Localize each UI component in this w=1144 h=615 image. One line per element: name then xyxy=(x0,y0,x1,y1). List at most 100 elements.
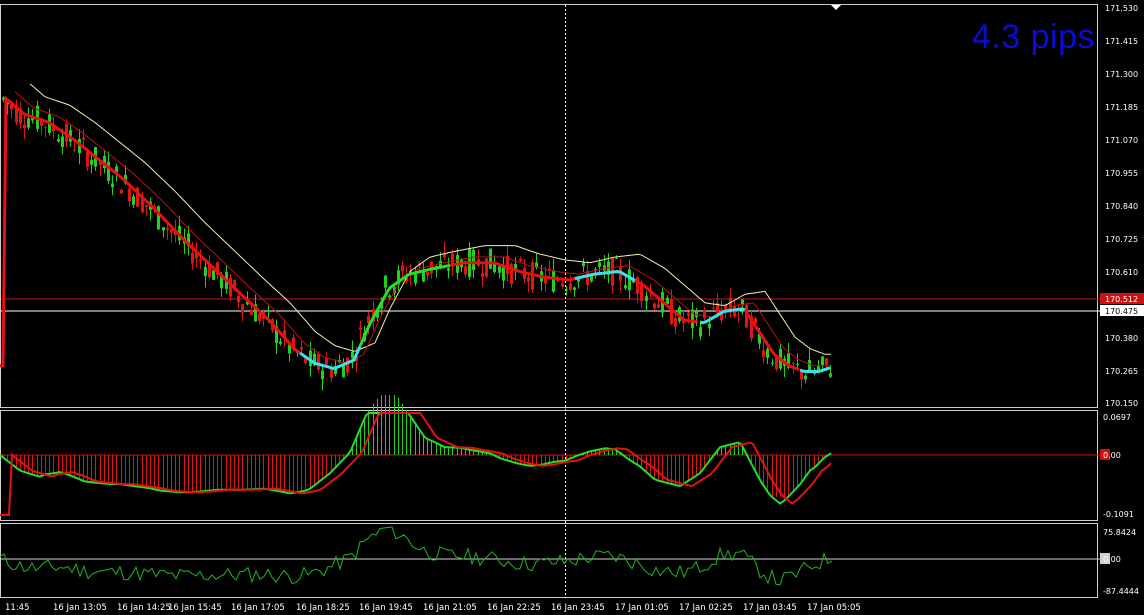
candle-body xyxy=(111,183,114,188)
candle-body xyxy=(624,285,627,289)
oscillator-series xyxy=(0,526,833,586)
candle-body xyxy=(157,206,160,230)
price-label: 170.725 xyxy=(1105,235,1138,244)
price-label: 171.070 xyxy=(1105,136,1138,145)
candle-body xyxy=(401,265,404,272)
time-label: 16 Jan 22:25 xyxy=(487,603,541,613)
time-label: 17 Jan 01:05 xyxy=(615,603,669,613)
time-label: 16 Jan 21:05 xyxy=(423,603,477,613)
triangle-down-icon[interactable] xyxy=(831,5,841,10)
candle-body xyxy=(132,196,135,205)
macd-label: -0.1091 xyxy=(1103,510,1134,519)
candle-body xyxy=(825,358,828,365)
candle-body xyxy=(237,295,240,303)
candle-body xyxy=(569,283,572,291)
candle-body xyxy=(657,304,660,308)
candle-body xyxy=(384,275,387,288)
candle-body xyxy=(90,159,93,165)
candle-body xyxy=(128,188,131,202)
time-label: 16 Jan 23:45 xyxy=(551,603,605,613)
candle-body xyxy=(204,267,207,277)
candle-body xyxy=(258,313,261,322)
candle-body xyxy=(708,323,711,329)
time-label: 16 Jan 13:05 xyxy=(53,603,107,613)
candle-body xyxy=(808,359,811,372)
candle-body xyxy=(821,356,824,366)
candle-body xyxy=(73,149,76,151)
candle-body xyxy=(57,139,60,142)
candle-body xyxy=(321,370,324,380)
candle-body xyxy=(279,341,282,344)
price-label: 170.265 xyxy=(1105,367,1138,376)
candle-body xyxy=(61,136,64,147)
price-label: 170.840 xyxy=(1105,202,1138,211)
candle-body xyxy=(582,262,585,267)
candle-body xyxy=(519,258,522,262)
oscillator-panel[interactable] xyxy=(0,523,1098,598)
macd-label: 0.0697 xyxy=(1103,413,1131,422)
candle-body xyxy=(388,295,391,298)
candle-body xyxy=(422,271,425,282)
price-label: 170.150 xyxy=(1105,399,1138,408)
candle-body xyxy=(804,375,807,380)
candle-body xyxy=(766,349,769,358)
candle-body xyxy=(527,277,530,282)
candle-body xyxy=(447,268,450,271)
macd-axis: 0.0697 0.00 -0.1091 xyxy=(1100,413,1134,519)
candle-body xyxy=(712,307,715,309)
candle-body xyxy=(145,204,148,207)
candle-body xyxy=(212,270,215,280)
candle-body xyxy=(586,271,589,286)
candle-body xyxy=(829,373,832,377)
time-label: 16 Jan 14:25 xyxy=(117,603,171,613)
candle-body xyxy=(674,318,677,327)
time-label: 16 Jan 19:45 xyxy=(359,603,413,613)
time-label: 16 Jan 15:45 xyxy=(168,603,222,613)
macd-label: 0.00 xyxy=(1103,451,1121,460)
candle-body xyxy=(762,350,765,357)
candle-body xyxy=(241,304,244,313)
ma-fast-down xyxy=(0,95,301,368)
oscillator-line xyxy=(0,526,833,586)
price-axis: 171.530 171.415 171.300 171.185 171.070 … xyxy=(1100,4,1144,408)
candle-body xyxy=(170,229,173,233)
time-label: 11:45 xyxy=(5,603,30,613)
candle-body xyxy=(489,248,492,269)
price-label: 171.300 xyxy=(1105,70,1138,79)
candle-body xyxy=(44,126,47,128)
candle-body xyxy=(615,258,618,260)
price-label: 170.610 xyxy=(1105,268,1138,277)
price-label: 171.415 xyxy=(1105,37,1138,46)
candle-body xyxy=(796,363,799,366)
candle-body xyxy=(166,227,169,230)
candle-body xyxy=(792,362,795,364)
osc-label: 75.8424 xyxy=(1103,528,1136,537)
trading-chart[interactable]: 171.530 171.415 171.300 171.185 171.070 … xyxy=(0,0,1144,615)
candle-body xyxy=(535,262,538,267)
price-label: 170.380 xyxy=(1105,334,1138,343)
candle-body xyxy=(267,310,270,312)
price-label: 170.955 xyxy=(1105,169,1138,178)
time-label: 17 Jan 03:45 xyxy=(743,603,797,613)
time-label: 16 Jan 17:05 xyxy=(231,603,285,613)
candle-body xyxy=(695,309,698,318)
price-label: 171.530 xyxy=(1105,4,1138,13)
candle-body xyxy=(191,253,194,264)
candle-body xyxy=(359,327,362,330)
candle-body xyxy=(300,347,303,350)
candle-body xyxy=(699,327,702,337)
time-label: 17 Jan 05:05 xyxy=(807,603,861,613)
main-price-panel[interactable] xyxy=(0,4,1098,408)
candle-body xyxy=(703,309,706,319)
candle-body xyxy=(162,227,165,231)
candle-body xyxy=(552,270,555,292)
osc-label: 0.00 xyxy=(1103,555,1121,564)
candle-body xyxy=(653,303,656,309)
candle-body xyxy=(628,269,631,291)
price-label: 171.185 xyxy=(1105,103,1138,112)
candle-body xyxy=(330,369,333,379)
candle-body xyxy=(687,312,690,316)
moving-averages xyxy=(0,83,832,373)
candle-body xyxy=(325,358,328,365)
candle-body xyxy=(23,124,26,129)
